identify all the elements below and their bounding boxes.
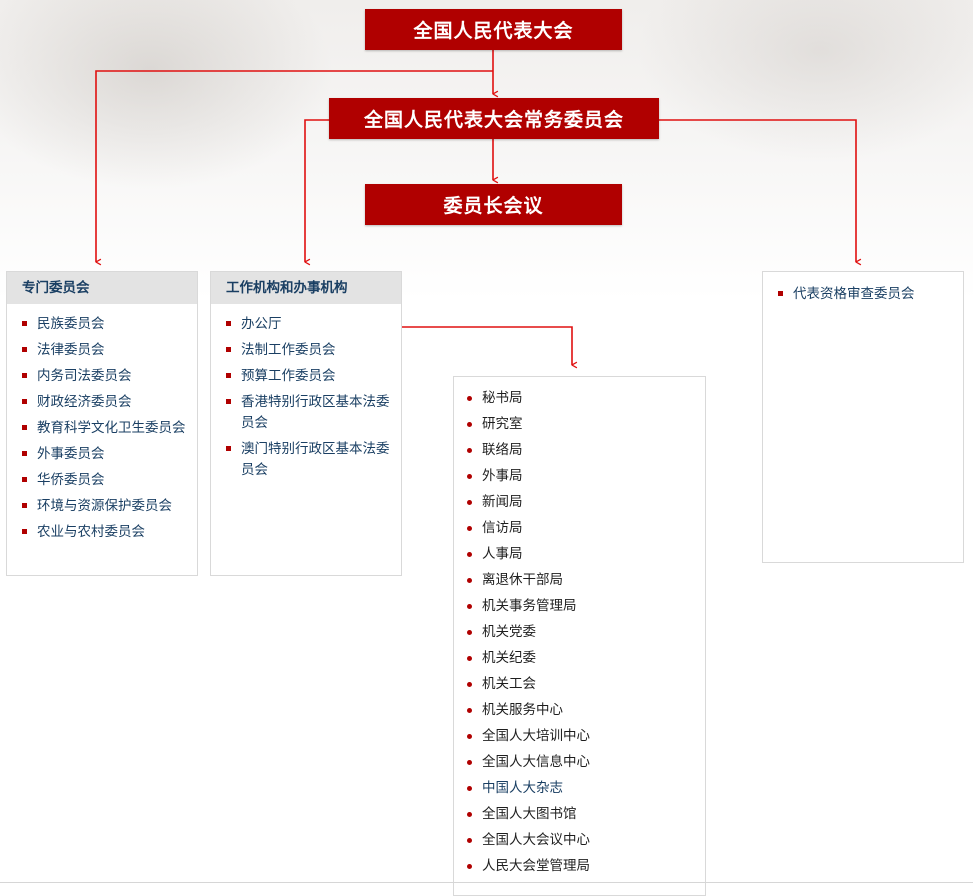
bullet-dot-icon (467, 552, 472, 557)
list-item[interactable]: 外事局 (467, 466, 697, 487)
bullet-dot-icon (467, 630, 472, 635)
bullet-dot-icon (467, 786, 472, 791)
line-standing-to-working (304, 119, 329, 262)
bullet-dot-icon (467, 838, 472, 843)
bullet-dot-icon (467, 656, 472, 661)
bullet-dot-icon (467, 760, 472, 765)
special-committees-title: 专门委员会 (7, 272, 197, 304)
list-item[interactable]: 环境与资源保护委员会 (22, 496, 189, 517)
list-item[interactable]: 全国人大信息中心 (467, 752, 697, 773)
list-item[interactable]: 教育科学文化卫生委员会 (22, 418, 189, 439)
bullet-dot-icon (467, 812, 472, 817)
special-committees-list: 民族委员会 法律委员会 内务司法委员会 财政经济委员会 教育科学文化卫生委员会 … (7, 304, 197, 543)
special-committees-panel: 专门委员会 民族委员会 法律委员会 内务司法委员会 财政经济委员会 教育科学文化… (6, 271, 198, 576)
list-item[interactable]: 民族委员会 (22, 314, 189, 335)
working-bodies-list: 办公厅 法制工作委员会 预算工作委员会 香港特别行政区基本法委员会 澳门特别行政… (211, 304, 401, 481)
qualification-panel: 代表资格审查委员会 (762, 271, 964, 563)
bullet-dot-icon (467, 682, 472, 687)
list-item[interactable]: 研究室 (467, 414, 697, 435)
bullet-square-icon (22, 529, 27, 534)
list-item[interactable]: 预算工作委员会 (226, 366, 393, 387)
bullet-square-icon (778, 291, 783, 296)
list-item[interactable]: 澳门特别行政区基本法委员会 (226, 439, 393, 481)
bullet-dot-icon (467, 864, 472, 869)
list-item[interactable]: 农业与农村委员会 (22, 522, 189, 543)
list-item[interactable]: 法律委员会 (22, 340, 189, 361)
list-item[interactable]: 机关纪委 (467, 648, 697, 669)
bullet-square-icon (226, 373, 231, 378)
bullet-square-icon (22, 373, 27, 378)
list-item[interactable]: 人事局 (467, 544, 697, 565)
list-item[interactable]: 全国人大图书馆 (467, 804, 697, 825)
list-item[interactable]: 外事委员会 (22, 444, 189, 465)
list-item[interactable]: 中国人大杂志 (467, 778, 697, 799)
list-item[interactable]: 财政经济委员会 (22, 392, 189, 413)
working-bodies-panel: 工作机构和办事机构 办公厅 法制工作委员会 预算工作委员会 香港特别行政区基本法… (210, 271, 402, 576)
list-item[interactable]: 机关服务中心 (467, 700, 697, 721)
line-standing-to-qualification (659, 119, 856, 262)
list-item[interactable]: 机关事务管理局 (467, 596, 697, 617)
bullet-square-icon (22, 477, 27, 482)
list-item[interactable]: 离退休干部局 (467, 570, 697, 591)
list-item[interactable]: 代表资格审查委员会 (778, 284, 955, 305)
bullet-square-icon (22, 321, 27, 326)
bullet-dot-icon (467, 604, 472, 609)
list-item[interactable]: 人民大会堂管理局 (467, 856, 697, 877)
list-item[interactable]: 信访局 (467, 518, 697, 539)
bullet-square-icon (22, 347, 27, 352)
bullet-square-icon (22, 399, 27, 404)
bullet-square-icon (226, 347, 231, 352)
chairmen-council-box[interactable]: 委员长会议 (365, 184, 622, 225)
bullet-dot-icon (467, 526, 472, 531)
bullet-dot-icon (467, 734, 472, 739)
list-item[interactable]: 机关党委 (467, 622, 697, 643)
bullet-dot-icon (467, 422, 472, 427)
bullet-square-icon (226, 321, 231, 326)
bullet-dot-icon (467, 578, 472, 583)
bullet-dot-icon (467, 396, 472, 401)
list-item[interactable]: 联络局 (467, 440, 697, 461)
list-item[interactable]: 新闻局 (467, 492, 697, 513)
bullet-dot-icon (467, 708, 472, 713)
bullet-dot-icon (467, 448, 472, 453)
qualification-list: 代表资格审查委员会 (763, 272, 963, 305)
list-item[interactable]: 香港特别行政区基本法委员会 (226, 392, 393, 434)
bullet-square-icon (22, 425, 27, 430)
list-item[interactable]: 全国人大培训中心 (467, 726, 697, 747)
bottom-divider (0, 882, 973, 883)
list-item[interactable]: 全国人大会议中心 (467, 830, 697, 851)
list-item[interactable]: 华侨委员会 (22, 470, 189, 491)
list-item[interactable]: 内务司法委员会 (22, 366, 189, 387)
general-office-departments-list: 秘书局 研究室 联络局 外事局 新闻局 信访局 人事局 离退休干部局 机关事务管… (454, 377, 705, 877)
bullet-square-icon (226, 399, 231, 404)
standing-committee-box[interactable]: 全国人民代表大会常务委员会 (329, 98, 659, 139)
bullet-square-icon (22, 503, 27, 508)
list-item[interactable]: 办公厅 (226, 314, 393, 335)
list-item[interactable]: 法制工作委员会 (226, 340, 393, 361)
bullet-square-icon (226, 446, 231, 451)
bullet-dot-icon (467, 474, 472, 479)
npc-box[interactable]: 全国人民代表大会 (365, 9, 622, 50)
bullet-square-icon (22, 451, 27, 456)
list-item[interactable]: 秘书局 (467, 388, 697, 409)
general-office-departments-panel: 秘书局 研究室 联络局 外事局 新闻局 信访局 人事局 离退休干部局 机关事务管… (453, 376, 706, 896)
working-bodies-title: 工作机构和办事机构 (211, 272, 401, 304)
list-item[interactable]: 机关工会 (467, 674, 697, 695)
bullet-dot-icon (467, 500, 472, 505)
